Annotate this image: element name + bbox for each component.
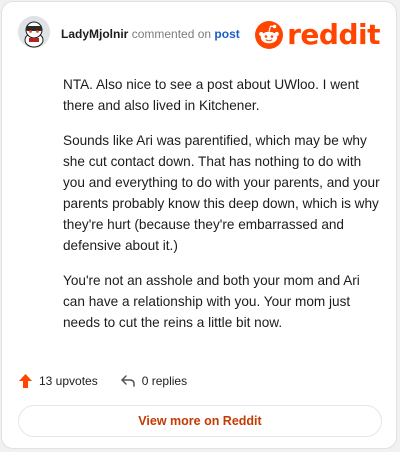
comment-embed-card: LadyMjolnir commented on post reddit NTA… [1, 1, 397, 449]
username-link[interactable]: LadyMjolnir [61, 27, 128, 41]
comment-header: LadyMjolnir commented on post reddit [18, 16, 380, 56]
comment-paragraph: Sounds like Ari was parentified, which m… [63, 133, 380, 253]
post-link[interactable]: post [214, 27, 239, 41]
reddit-logo[interactable]: reddit [255, 20, 380, 50]
view-more-button[interactable]: View more on Reddit [18, 405, 382, 437]
user-avatar[interactable] [18, 16, 50, 48]
reply-button[interactable]: 0 replies [120, 374, 187, 388]
reply-count: 0 replies [141, 374, 188, 388]
upvote-button[interactable]: 13 upvotes [18, 373, 98, 389]
comment-paragraph: You're not an asshole and both your mom … [63, 273, 360, 330]
comment-byline: LadyMjolnir commented on post [61, 27, 240, 41]
upvote-count: 13 upvotes [39, 374, 98, 388]
reply-arrow-icon [120, 375, 135, 387]
comment-actions: 13 upvotes 0 replies [18, 370, 209, 392]
reddit-wordmark: reddit [287, 18, 380, 51]
comment-paragraph: NTA. Also nice to see a post about UWloo… [63, 77, 359, 113]
upvote-arrow-icon [19, 374, 32, 388]
reddit-snoo-icon [255, 21, 284, 49]
comment-body: NTA. Also nice to see a post about UWloo… [63, 74, 381, 347]
commented-on-text: commented on [131, 27, 212, 41]
